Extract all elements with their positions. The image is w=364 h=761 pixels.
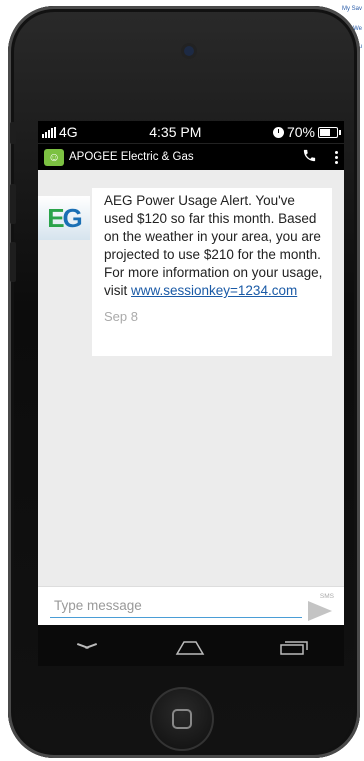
message-date: Sep 8: [104, 309, 138, 324]
volume-down-button: [10, 242, 16, 282]
message-input[interactable]: [50, 593, 302, 618]
front-camera: [184, 46, 194, 56]
alarm-clock-icon: [272, 126, 284, 138]
send-button[interactable]: SMS: [308, 591, 338, 621]
overflow-menu-icon[interactable]: [335, 150, 338, 164]
status-time: 4:35 PM: [149, 124, 202, 140]
navigation-bar: [38, 625, 344, 666]
network-type: 4G: [59, 124, 78, 140]
send-icon: [308, 601, 332, 621]
sender-logo: EG: [47, 202, 83, 233]
message-link[interactable]: www.sessionkey=1234.com: [131, 283, 297, 298]
sender-avatar: EG: [38, 196, 90, 240]
conversation-title: APOGEE Electric & Gas: [69, 151, 194, 163]
recent-apps-icon[interactable]: [279, 640, 308, 655]
home-button-icon: [172, 709, 192, 729]
messaging-app-icon: [44, 148, 64, 166]
sms-label: SMS: [319, 593, 334, 600]
back-icon[interactable]: [77, 643, 97, 651]
phone-frame: 4G 4:35 PM 70% APOGEE Electric & Gas EG …: [8, 6, 360, 758]
signal-icon: [42, 126, 56, 138]
battery-percent: 70%: [286, 124, 315, 140]
compose-bar: SMS: [38, 586, 344, 625]
battery-icon: [317, 126, 341, 138]
status-bar: 4G 4:35 PM 70%: [38, 121, 344, 143]
message-thread: EG AEG Power Usage Alert. You've used $1…: [38, 170, 344, 586]
background-link: My Sav: [341, 6, 362, 12]
volume-up-button: [10, 184, 16, 224]
message-bubble: AEG Power Usage Alert. You've used $120 …: [92, 188, 332, 356]
phone-screen: 4G 4:35 PM 70% APOGEE Electric & Gas EG …: [38, 121, 344, 666]
home-button[interactable]: [150, 687, 214, 751]
mute-switch: [10, 122, 16, 144]
app-bar: APOGEE Electric & Gas: [38, 143, 344, 170]
home-icon[interactable]: [175, 640, 205, 655]
phone-call-icon[interactable]: [302, 148, 317, 167]
